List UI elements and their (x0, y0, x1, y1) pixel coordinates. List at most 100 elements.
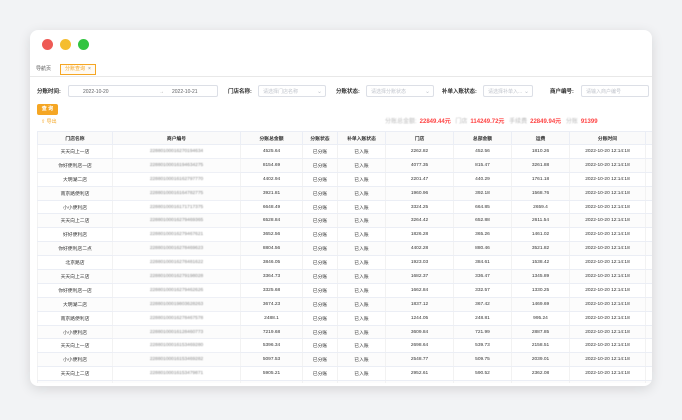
table-cell: 2158.51 (511, 338, 570, 354)
tab-split-query[interactable]: 分账查询 × (60, 64, 96, 75)
table-row[interactable]: 天天向上二店 22880100016279469365 6528.84 已分账 已入账 3… (37, 213, 652, 229)
table-cell: 天天向上二店 (37, 213, 113, 229)
table-row[interactable]: 你好便利店二点 22880100016278469623 8804.56 已分账 已入账… (37, 241, 652, 257)
table-cell: 1244.05 (385, 311, 454, 326)
export-button[interactable]: ⇪ 导出 (41, 118, 57, 125)
store-name-select[interactable]: 请选择门店名称 ⌄ (258, 85, 326, 97)
table-row[interactable]: 小小便利店 22880100016171717375 6648.49 已分账 已入账 33… (37, 200, 652, 215)
table-cell: 已入账 (337, 158, 386, 173)
store-name-placeholder: 请选择门店名称 (263, 89, 299, 95)
table-row[interactable]: 北京路店 22880100016278481622 3846.05 已分账 已入账 192… (37, 255, 652, 271)
table-cell: 384.61 (453, 255, 512, 271)
table-cell: 2022-10-20 (645, 283, 652, 298)
summary-value-4: 91399 (580, 119, 598, 125)
table-cell: 大明湖二店 (37, 172, 113, 187)
table-cell: 已入账 (337, 297, 386, 312)
table-row[interactable]: 小小便利店 22880100016153469282 5097.53 已分账 已入账 25… (37, 352, 652, 368)
table-cell: 2022-10-20 (645, 352, 652, 368)
table-cell: 22880100016279198028 (112, 269, 241, 284)
table-cell: 22880100016278467578 (112, 311, 241, 326)
search-button[interactable]: 查 询 (37, 104, 58, 115)
table-cell: 好好便利店 (37, 227, 113, 243)
table-cell: 2022-10-20 12:14:18 (569, 241, 646, 257)
table-cell: 北京路店 (37, 255, 113, 271)
table-row[interactable]: 大明湖二店 22880100019803628263 3674.23 已分账 已入账 18… (37, 297, 652, 312)
tab-split-query-label: 分账查询 (65, 66, 86, 72)
table-cell: 已入账 (337, 366, 386, 382)
table-cell: 22880100019803628263 (112, 297, 241, 312)
date-range-picker[interactable]: 2022-10-20 → 2022-10-21 (68, 85, 218, 97)
table-cell: 880.46 (453, 241, 512, 257)
table-cell: 已入账 (337, 144, 386, 159)
table-row[interactable]: 天天向上三店 22880100016279198028 3364.73 已分账 已入账 1… (37, 269, 652, 284)
table-cell: 3364.73 (240, 269, 303, 284)
table-cell: 1923.03 (385, 255, 454, 271)
table-row[interactable]: 南京路便利店 22880100016164782775 3921.81 已分账 已入账 1… (37, 186, 652, 201)
maximize-window-button[interactable] (78, 39, 89, 50)
table-cell: 1682.37 (385, 269, 454, 284)
table-cell: 3846.05 (240, 255, 303, 271)
table-cell: 2022-10-20 12:14:18 (569, 144, 646, 159)
table-cell: 2022-10-20 (645, 144, 652, 159)
close-window-button[interactable] (42, 39, 53, 50)
tab-bar: 导航页 分账查询 × (30, 62, 652, 77)
chevron-down-icon: ⌄ (523, 89, 529, 95)
table-cell: 2022-10-20 (645, 311, 652, 326)
column-header: 分账状态 (302, 131, 338, 145)
table-row[interactable]: 天天向上一店 22880100016153469280 5396.34 已分账 已入账 2… (37, 338, 652, 354)
summary-value-3: 22849.94元 (530, 119, 562, 125)
table-cell: 2022-10-20 12:14:18 (569, 172, 646, 187)
table-cell: 已分账 (302, 213, 338, 229)
table-cell: 1837.12 (385, 297, 454, 312)
table-cell: 1810.26 (511, 144, 570, 159)
table-row[interactable]: 大明湖二店 22880100016162797770 4402.94 已分账 已入账 22… (37, 172, 652, 187)
app-window: 导航页 分账查询 × 分账时间: 2022-10-20 → 2022-10-21 … (30, 30, 652, 386)
export-label: 导出 (46, 119, 57, 125)
table-cell: 已入账 (337, 227, 386, 243)
tab-close-icon[interactable]: × (88, 66, 91, 72)
table-cell: 1551.38 (511, 380, 570, 383)
table-cell: 995.24 (511, 311, 570, 326)
table-cell: 2022-10-20 (645, 200, 652, 215)
table-row[interactable]: 你好便利店一店 22880100016279462626 3325.68 已分账 已入账… (37, 283, 652, 298)
table-cell: 已入账 (337, 186, 386, 201)
supplement-status-select[interactable]: 请选择补单入... ⌄ (483, 85, 533, 97)
table-row[interactable]: 天天向上一店 22880100016270194634 4525.64 已分账 已入账 2… (37, 144, 652, 159)
table-cell: 2022-10-20 12:14:18 (569, 255, 646, 271)
table-cell: 已入账 (337, 311, 386, 326)
table-cell: 已分账 (302, 283, 338, 298)
table-cell: 已分账 (302, 255, 338, 271)
table-body: 天天向上一店 22880100016270194634 4525.64 已分账 已入账 2… (37, 144, 652, 383)
table-cell: 2022-10-20 12:14:18 (569, 380, 646, 383)
table-cell: 已分账 (302, 172, 338, 187)
table-row[interactable]: 小小便利店 22880100016128460773 7219.68 已分账 已入账 36… (37, 325, 652, 340)
table-cell: 2022-10-20 (645, 269, 652, 284)
table-cell: 1469.69 (511, 297, 570, 312)
table-cell: 22880100016279462626 (112, 283, 241, 298)
summary-label-4: 分账 (565, 119, 578, 125)
table-row[interactable]: 你好便利店一店 22880100016194634275 8154.69 已分账 已入账… (37, 158, 652, 173)
tab-home[interactable]: 导航页 (32, 64, 55, 75)
table-row[interactable]: 小小便利店228801000161984692623878.47已分账已入账19… (37, 380, 652, 383)
split-status-select[interactable]: 请选择分账状态 ⌄ (366, 85, 434, 97)
table-cell: 已分账 (302, 380, 338, 383)
table-row[interactable]: 好好便利店 22880100016279467621 3652.56 已分账 已入账 18… (37, 227, 652, 243)
column-header: 门店 (385, 131, 454, 145)
table-cell: 已分账 (302, 144, 338, 159)
table-row[interactable]: 天天向上二店 22880100016153479871 5905.21 已分账 已入账 2… (37, 366, 652, 382)
filter-bar: 分账时间: 2022-10-20 → 2022-10-21 门店名称: 请选择门… (30, 85, 652, 99)
table-cell: 22880100016194634275 (112, 158, 241, 173)
table-cell: 2022-10-20 (645, 241, 652, 257)
table-cell: 22880100016153479871 (112, 366, 241, 382)
minimize-window-button[interactable] (60, 39, 71, 50)
table-cell: 2022-10-20 12:14:18 (569, 366, 646, 382)
table-cell: 天天向上一店 (37, 144, 113, 159)
table-cell: 南京路便利店 (37, 186, 113, 201)
table-row[interactable]: 南京路便利店 22880100016278467578 2488.1 已分账 已入账 12… (37, 311, 652, 326)
table-cell: 2262.82 (385, 144, 454, 159)
table-cell: 4077.35 (385, 158, 454, 173)
merchant-no-input[interactable]: 请输入商户编号 (581, 85, 649, 97)
table-cell: 2201.47 (385, 172, 454, 187)
table-cell: 332.57 (453, 283, 512, 298)
table-cell: 8154.69 (240, 158, 303, 173)
